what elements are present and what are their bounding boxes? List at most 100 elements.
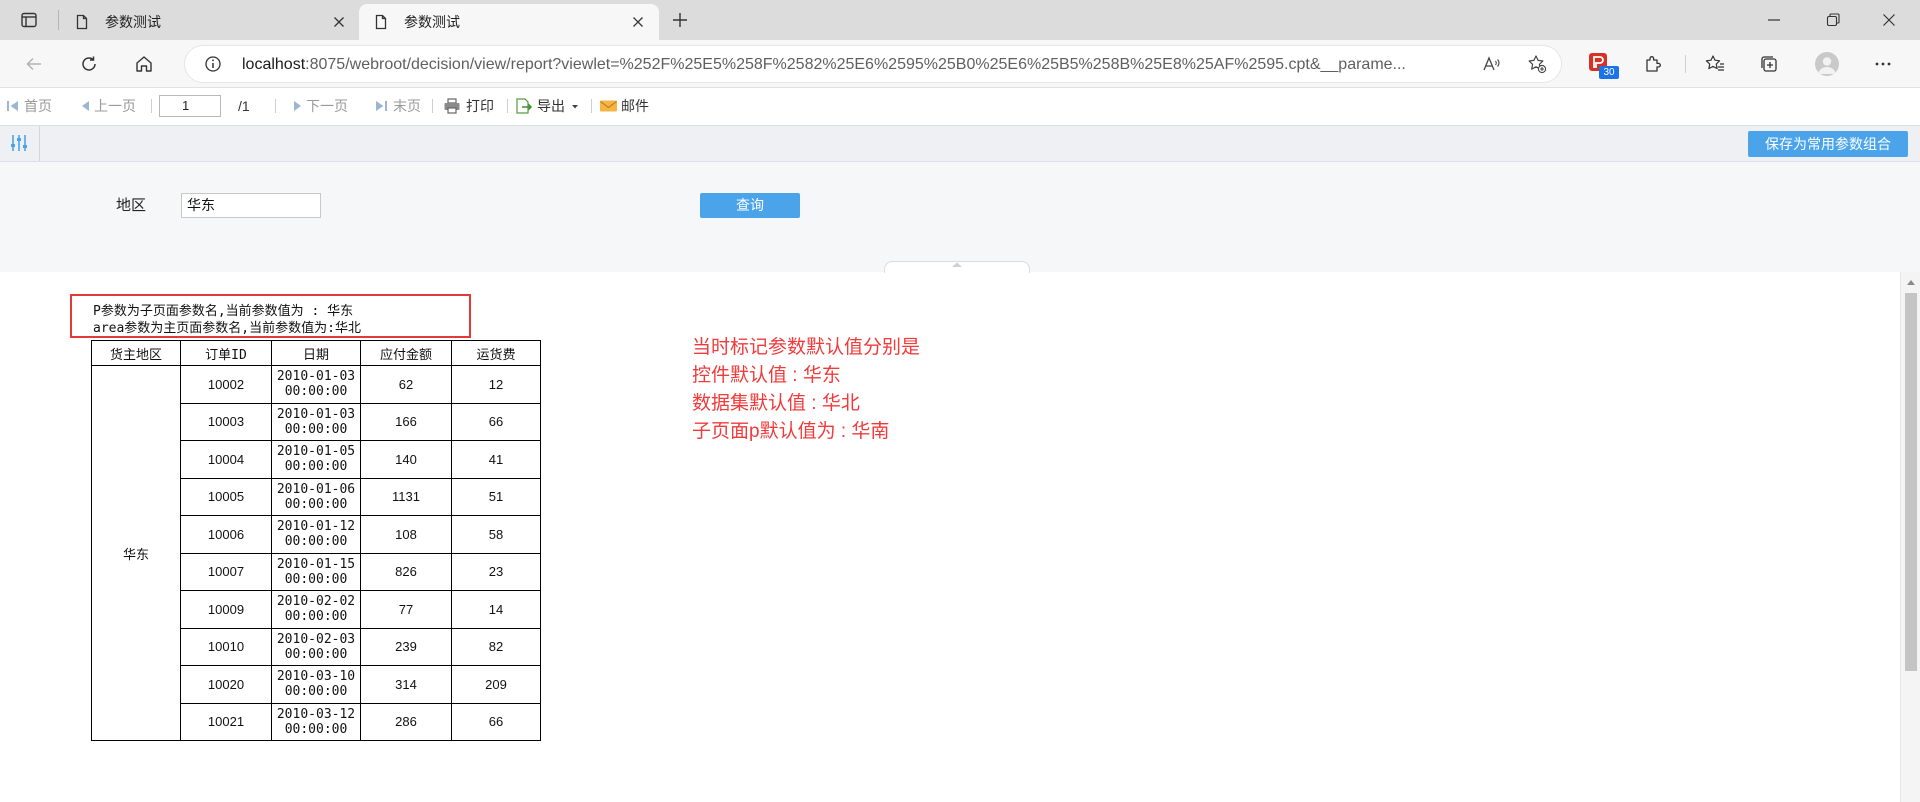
amount-cell: 108: [360, 515, 452, 554]
area-input[interactable]: 华东: [181, 193, 321, 218]
favorites-icon[interactable]: [1705, 54, 1725, 74]
toolbar-separator: [432, 99, 433, 113]
tab-title: 参数测试: [404, 14, 460, 30]
order-id-cell: 10007: [180, 552, 272, 591]
browser-tab-1[interactable]: 参数测试: [61, 4, 355, 40]
header-region: 货主地区: [91, 340, 181, 366]
browser-address-row: localhost:8075/webroot/decision/view/rep…: [0, 40, 1920, 88]
close-icon[interactable]: [331, 14, 347, 30]
amount-cell: 77: [360, 590, 452, 629]
amount-cell: 826: [360, 552, 452, 591]
freight-cell: 66: [451, 702, 541, 741]
freight-cell: 14: [451, 590, 541, 629]
tab-actions-icon[interactable]: [20, 11, 38, 29]
minimize-icon[interactable]: [1766, 12, 1782, 28]
scrollbar-thumb[interactable]: [1905, 293, 1917, 671]
amount-cell: 166: [360, 402, 452, 441]
refresh-icon[interactable]: [79, 54, 99, 74]
date-cell: 2010-03-10 00:00:00: [271, 665, 361, 704]
mail-icon: [599, 98, 618, 114]
print-icon: [443, 98, 461, 114]
order-id-cell: 10004: [180, 440, 272, 479]
url-text[interactable]: localhost:8075/webroot/decision/view/rep…: [242, 55, 1472, 75]
first-page-icon: [5, 98, 21, 114]
header-date: 日期: [271, 340, 361, 366]
toolbar-separator: [151, 99, 152, 113]
header-amount: 应付金额: [360, 340, 452, 366]
toolbar-separator: [507, 99, 508, 113]
back-icon[interactable]: [24, 54, 44, 74]
extension-badge: 30: [1599, 66, 1619, 79]
home-icon[interactable]: [134, 54, 154, 74]
parameter-panel-header: 保存为常用参数组合: [0, 125, 1920, 162]
add-favorite-icon[interactable]: [1527, 54, 1547, 74]
close-icon[interactable]: [630, 14, 646, 30]
new-tab-icon[interactable]: [671, 11, 689, 29]
freight-cell: 23: [451, 552, 541, 591]
order-id-cell: 10002: [180, 365, 272, 404]
date-cell: 2010-02-03 00:00:00: [271, 627, 361, 666]
amount-cell: 1131: [360, 477, 452, 516]
order-id-cell: 10003: [180, 402, 272, 441]
freight-cell: 66: [451, 402, 541, 441]
amount-cell: 314: [360, 665, 452, 704]
address-bar[interactable]: localhost:8075/webroot/decision/view/rep…: [184, 45, 1562, 83]
page-number-input[interactable]: 1: [159, 95, 221, 117]
order-id-cell: 10009: [180, 590, 272, 629]
more-icon[interactable]: [1873, 54, 1893, 74]
freight-cell: 41: [451, 440, 541, 479]
browser-tab-2-active[interactable]: 参数测试: [359, 4, 659, 40]
export-button[interactable]: 导出: [537, 96, 565, 116]
prev-page-button[interactable]: 上一页: [94, 96, 136, 116]
puzzle-icon[interactable]: [1643, 54, 1663, 74]
scroll-up-icon[interactable]: [1906, 278, 1916, 286]
info-icon[interactable]: [204, 55, 222, 73]
freight-cell: 58: [451, 515, 541, 554]
freight-cell: 82: [451, 627, 541, 666]
read-aloud-icon[interactable]: [1481, 54, 1501, 74]
order-id-cell: 10006: [180, 515, 272, 554]
freight-cell: 51: [451, 477, 541, 516]
toolbar-separator: [275, 99, 276, 113]
mail-button[interactable]: 邮件: [621, 96, 649, 116]
collections-icon[interactable]: [1759, 54, 1779, 74]
collapse-panel-handle[interactable]: [884, 261, 1030, 273]
parameter-panel-body: 地区 华东 查询: [0, 162, 1920, 272]
last-page-button[interactable]: 末页: [393, 96, 421, 116]
freight-cell: 209: [451, 665, 541, 704]
window-close-icon[interactable]: [1881, 12, 1897, 28]
annotation-notes: 当时标记参数默认值分别是 控件默认值 : 华东 数据集默认值 : 华北 子页面p…: [692, 334, 920, 446]
date-cell: 2010-02-02 00:00:00: [271, 590, 361, 629]
area-label: 地区: [116, 197, 147, 214]
url-host: localhost: [242, 56, 306, 73]
report-toolbar: 首页 上一页 1 /1 下一页 末页 打印 导出 邮件: [0, 88, 1920, 125]
toolbar-divider: [1685, 55, 1686, 73]
date-cell: 2010-01-05 00:00:00: [271, 440, 361, 479]
page-total: /1: [238, 98, 250, 114]
restore-icon[interactable]: [1825, 12, 1841, 28]
table-row: 华东 10002 2010-01-03 00:00:00 62 12: [91, 365, 541, 741]
save-common-params-button[interactable]: 保存为常用参数组合: [1748, 131, 1908, 157]
page-icon: [373, 14, 389, 30]
vertical-scrollbar[interactable]: [1900, 272, 1920, 802]
header-freight: 运货费: [451, 340, 541, 366]
query-button[interactable]: 查询: [700, 193, 800, 218]
avatar[interactable]: [1815, 52, 1839, 76]
chevron-down-icon[interactable]: [571, 98, 579, 114]
sliders-icon[interactable]: [9, 133, 29, 153]
region-cell: 华东: [91, 365, 181, 741]
annotation-line: 当时标记参数默认值分别是: [692, 337, 921, 358]
annotation-line: 子页面p默认值为 : 华南: [692, 421, 890, 442]
order-id-cell: 10005: [180, 477, 272, 516]
print-button[interactable]: 打印: [466, 96, 494, 116]
annotation-line: 数据集默认值 : 华北: [692, 393, 860, 414]
freight-cell: 12: [451, 365, 541, 404]
sub-param-line: P参数为子页面参数名,当前参数值为 : 华东: [93, 304, 354, 319]
page-icon: [74, 14, 90, 30]
annotation-line: 控件默认值 : 华东: [692, 365, 841, 386]
first-page-button[interactable]: 首页: [24, 96, 52, 116]
header-order-id: 订单ID: [180, 340, 272, 366]
tab-divider: [58, 10, 59, 30]
next-page-button[interactable]: 下一页: [306, 96, 348, 116]
order-id-cell: 10010: [180, 627, 272, 666]
